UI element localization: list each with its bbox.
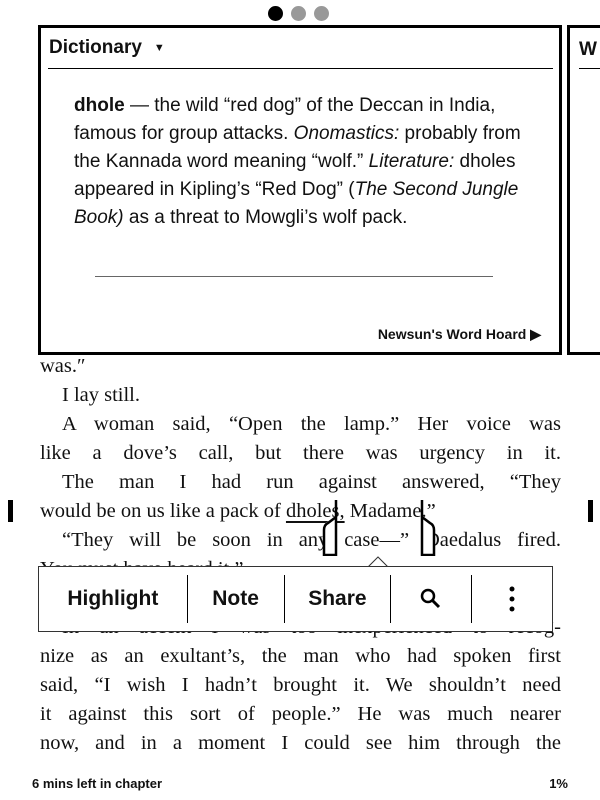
book-line: “They will be soon in any case—” Daedalu… [62, 529, 561, 551]
note-button[interactable]: Note [188, 575, 285, 623]
dictionary-title: Dictionary [49, 37, 142, 58]
search-icon [420, 588, 441, 609]
headword: dhole [74, 95, 125, 116]
next-card[interactable]: W [567, 25, 600, 355]
definition-label: Onomastics: [293, 123, 400, 144]
definition-text: as a threat to Mowgli’s wolf pack. [123, 207, 408, 228]
selection-start-handle[interactable] [322, 500, 338, 556]
next-card-title: W [579, 39, 597, 60]
book-line: it against this sort of people.” He was … [40, 703, 561, 725]
book-line: was.″ [40, 355, 86, 377]
book-line: now, and in a moment I could see him thr… [40, 732, 561, 754]
caret-down-icon: ▼ [153, 42, 165, 54]
more-vertical-icon [509, 586, 515, 612]
dictionary-card[interactable]: Dictionary ▼ dhole — the wild “red dog” … [38, 25, 562, 355]
left-page-edge-marker [8, 500, 13, 522]
book-line: A woman said, “Open the lamp.” Her voice… [62, 413, 561, 435]
book-line: would be on us like a pack of dholes, Ma… [40, 497, 561, 526]
book-line: like a dove’s call, but there was urgenc… [40, 442, 561, 464]
selection-menu: Highlight Note Share [38, 566, 553, 632]
page-dot-1[interactable] [268, 6, 283, 21]
definition: dhole — the wild “red dog” of the Deccan… [74, 92, 544, 232]
book-line: The man I had run against answered, “The… [62, 471, 561, 493]
book-line: I lay still. [62, 384, 141, 406]
page-dot-3[interactable] [314, 6, 329, 21]
right-page-edge-marker [588, 500, 593, 522]
reading-progress[interactable]: 1% [549, 776, 568, 791]
search-button[interactable] [391, 575, 473, 623]
book-line: nize as an exultant’s, the man who had s… [40, 645, 561, 667]
highlight-button[interactable]: Highlight [39, 575, 188, 623]
page-dot-2[interactable] [291, 6, 306, 21]
definition-label: Literature: [368, 151, 455, 172]
divider [48, 68, 553, 69]
book-line: said, “I wish I hadn’t brought it. We sh… [40, 674, 561, 696]
line-text: would be on us like a pack of [40, 500, 286, 522]
dictionary-source-link[interactable]: Newsun's Word Hoard ▶ [378, 326, 541, 343]
selection-end-handle[interactable] [420, 500, 436, 556]
dictionary-selector[interactable]: Dictionary ▼ [49, 37, 165, 59]
more-options-button[interactable] [472, 575, 552, 623]
page-indicator [268, 6, 329, 21]
time-left-in-chapter[interactable]: 6 mins left in chapter [32, 776, 162, 791]
divider [95, 276, 493, 277]
divider [579, 68, 600, 69]
share-button[interactable]: Share [285, 575, 392, 623]
